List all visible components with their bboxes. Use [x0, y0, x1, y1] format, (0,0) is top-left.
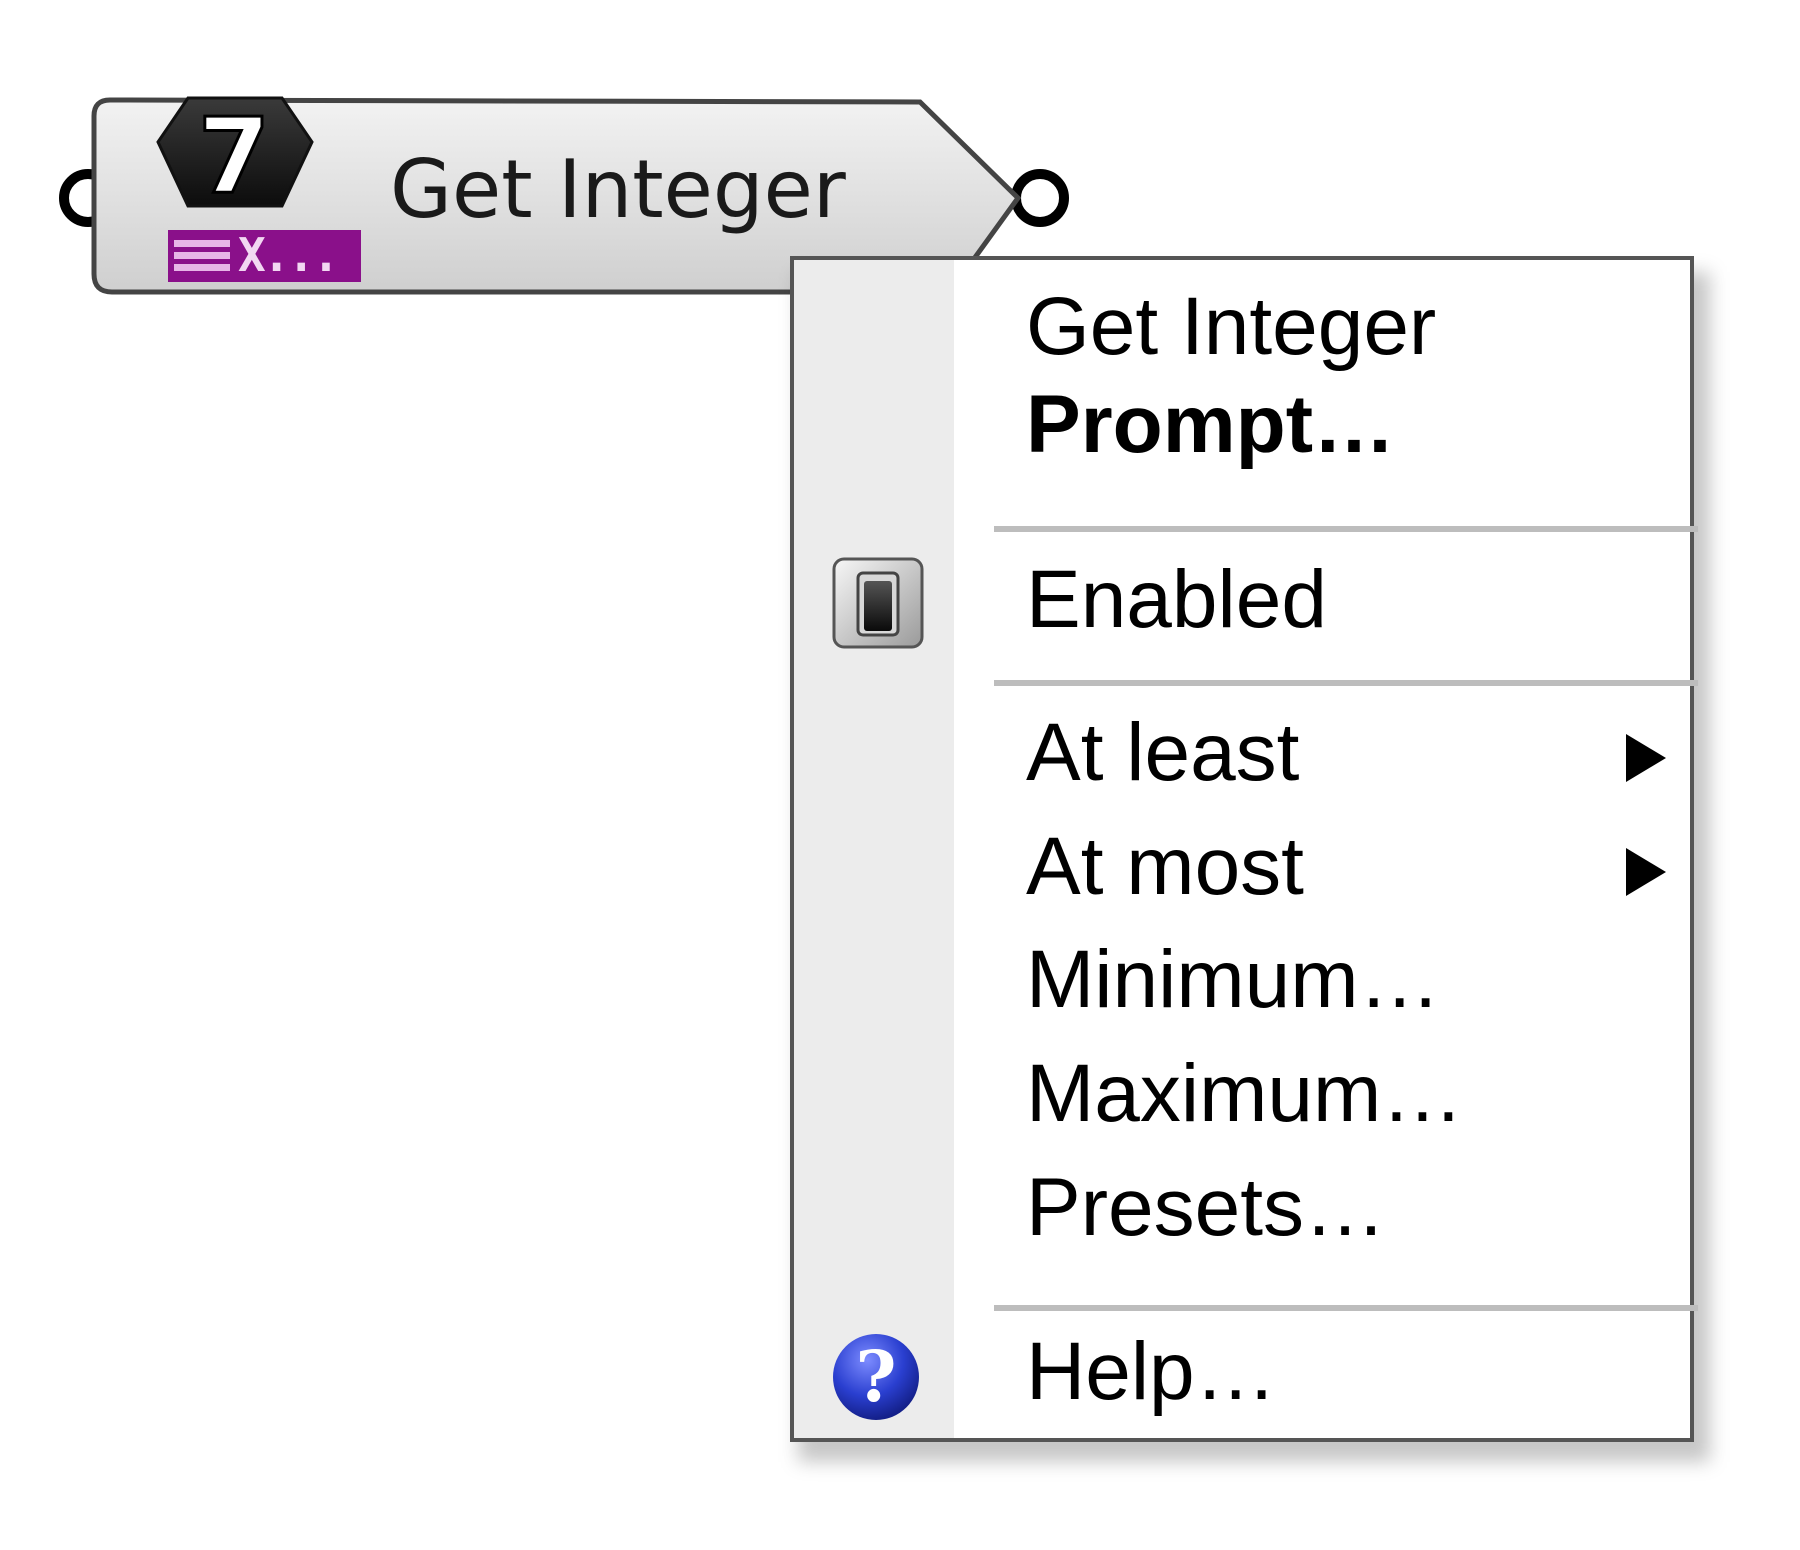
menu-item-enabled[interactable]: Enabled: [794, 547, 1690, 659]
menu-item-minimum[interactable]: Minimum…: [794, 927, 1690, 1039]
help-question-icon: ?: [830, 1331, 922, 1428]
chevron-right-icon: [1626, 848, 1666, 896]
menu-item-at-most[interactable]: At most: [794, 814, 1690, 926]
menu-label-at-least: At least: [1026, 707, 1300, 798]
menu-separator: [994, 680, 1698, 686]
context-menu: Get Integer Prompt… Enabled At least At …: [790, 256, 1698, 1442]
component-title: Get Integer: [390, 143, 846, 236]
menu-label-at-most: At most: [1026, 821, 1304, 912]
menu-label-minimum: Minimum…: [1026, 934, 1441, 1025]
icon-tag-text: X...: [238, 228, 340, 282]
menu-label-maximum: Maximum…: [1026, 1048, 1464, 1139]
icon-glyph: 7: [198, 95, 270, 217]
menu-label-prompt: Prompt…: [1026, 379, 1395, 470]
menu-separator: [994, 526, 1698, 532]
list-lines-icon: [174, 240, 230, 274]
menu-label-enabled: Enabled: [1026, 554, 1327, 645]
menu-item-help[interactable]: ? Help…: [794, 1319, 1690, 1431]
menu-item-presets[interactable]: Presets…: [794, 1155, 1690, 1267]
menu-item-maximum[interactable]: Maximum…: [794, 1041, 1690, 1153]
menu-label-presets: Presets…: [1026, 1162, 1386, 1253]
menu-item-at-least[interactable]: At least: [794, 700, 1690, 812]
menu-item-header-title: Get Integer: [794, 274, 1690, 386]
chevron-right-icon: [1626, 734, 1666, 782]
menu-header-title: Get Integer: [1026, 281, 1437, 372]
menu-item-prompt[interactable]: Prompt…: [794, 372, 1690, 484]
icon-tag: X...: [168, 230, 361, 282]
menu-separator: [994, 1305, 1698, 1311]
output-port[interactable]: [1011, 169, 1069, 227]
toggle-switch-icon: [830, 555, 926, 656]
svg-text:?: ?: [855, 1335, 896, 1418]
menu-label-help: Help…: [1026, 1326, 1277, 1417]
